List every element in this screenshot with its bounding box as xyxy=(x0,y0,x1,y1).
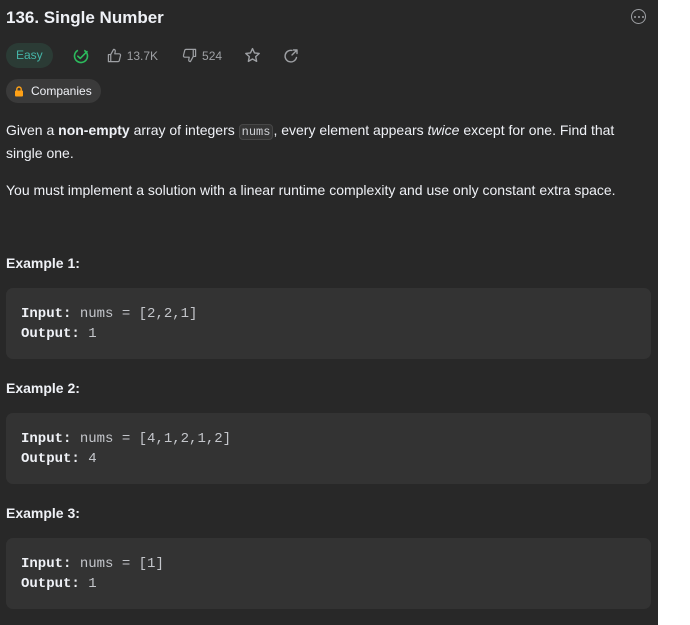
thumbs-up-icon xyxy=(107,48,121,63)
example-2-title: Example 2: xyxy=(6,380,80,396)
problem-description: Given a non-empty array of integers nums… xyxy=(6,120,652,201)
example-2-input: Input: nums = [4,1,2,1,2] xyxy=(21,431,232,447)
emphasis-non-empty: non-empty xyxy=(58,122,130,138)
more-options-icon[interactable] xyxy=(631,9,646,24)
example-3-title: Example 3: xyxy=(6,505,80,521)
problem-description-panel: 136. Single Number Easy 13.7K 524 Compan… xyxy=(0,0,658,625)
description-paragraph-2: You must implement a solution with a lin… xyxy=(6,182,616,198)
example-2-output: Output: 4 xyxy=(21,451,97,467)
share-icon[interactable] xyxy=(283,48,299,64)
example-3-box: Input: nums = [1] Output: 1 xyxy=(6,538,651,609)
inline-code-nums: nums xyxy=(238,124,274,140)
example-1-input: Input: nums = [2,2,1] xyxy=(21,306,198,322)
example-1-box: Input: nums = [2,2,1] Output: 1 xyxy=(6,288,651,359)
companies-label: Companies xyxy=(31,84,92,98)
like-count: 13.7K xyxy=(126,48,159,63)
companies-tag[interactable]: Companies xyxy=(6,79,101,103)
example-1-output: Output: 1 xyxy=(21,326,97,342)
example-3-output: Output: 1 xyxy=(21,576,97,592)
example-2-box: Input: nums = [4,1,2,1,2] Output: 4 xyxy=(6,413,651,484)
thumbs-down-icon xyxy=(182,48,197,63)
like-button[interactable]: 13.7K xyxy=(107,48,158,63)
problem-meta-row: Easy 13.7K 524 xyxy=(6,43,299,68)
dislike-count: 524 xyxy=(202,48,223,63)
lock-icon xyxy=(15,85,23,96)
problem-title: 136. Single Number xyxy=(6,8,164,27)
star-icon[interactable] xyxy=(244,47,261,64)
difficulty-badge: Easy xyxy=(6,43,53,68)
solved-check-icon xyxy=(73,48,89,64)
example-1-title: Example 1: xyxy=(6,255,80,271)
description-paragraph-1: Given a non-empty array of integers nums… xyxy=(6,122,615,161)
dislike-button[interactable]: 524 xyxy=(182,48,222,63)
example-3-input: Input: nums = [1] xyxy=(21,556,164,572)
emphasis-twice: twice xyxy=(427,122,460,138)
